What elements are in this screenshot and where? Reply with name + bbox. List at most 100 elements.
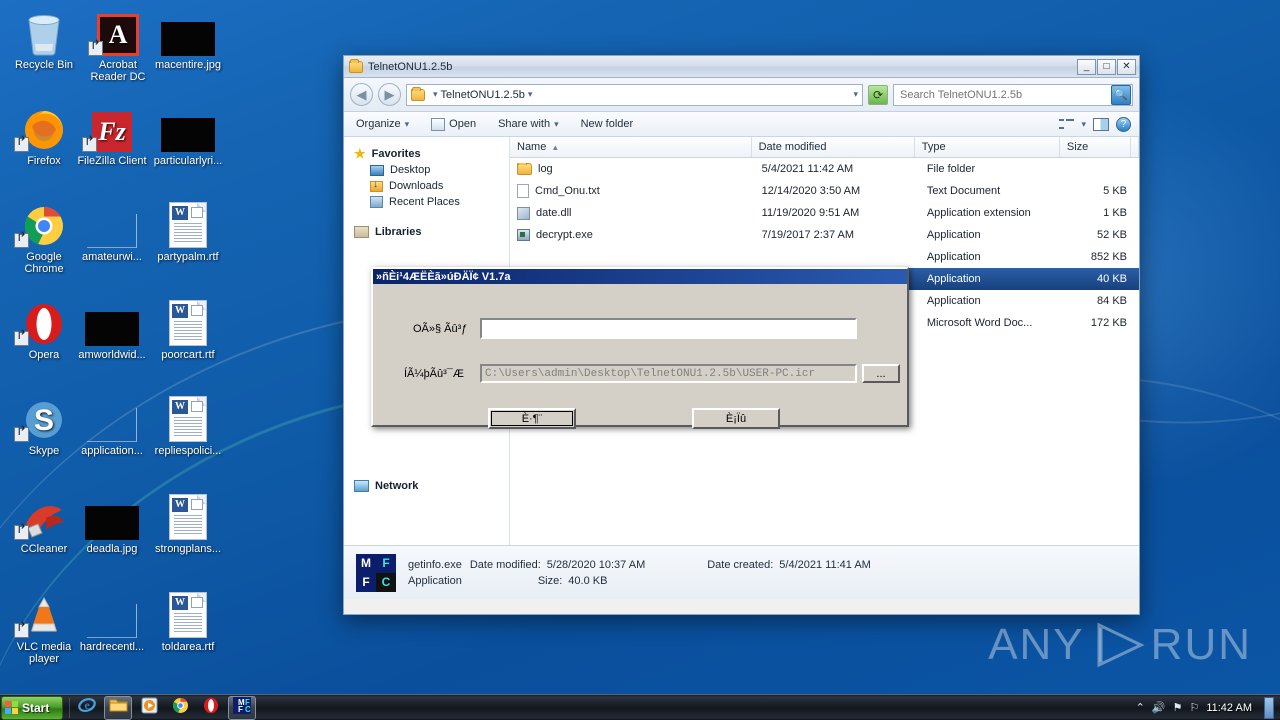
taskbar-button-internet-explorer[interactable]: e — [73, 696, 101, 720]
windows-explorer-icon — [109, 697, 128, 718]
clock[interactable]: 11:42 AM — [1206, 702, 1252, 714]
breadcrumb-caret-icon[interactable]: ▾ — [433, 89, 438, 100]
desktop-icon-word-document-icon[interactable]: Wpoorcart.rtf — [150, 296, 226, 361]
action-center-icon[interactable]: ⚑ — [1173, 701, 1183, 714]
search-input[interactable] — [900, 88, 1111, 101]
network-icon[interactable]: ⚐ — [1189, 701, 1199, 714]
change-view-icon[interactable] — [1059, 118, 1075, 131]
desktop-icon-image-file-icon[interactable]: deadla.jpg — [74, 490, 150, 555]
show-desktop-button[interactable] — [1264, 696, 1274, 719]
sidebar-item-desktop[interactable]: Desktop — [344, 162, 509, 178]
table-row[interactable]: decrypt.exe 7/19/2017 2:37 AM Application 5… — [510, 224, 1139, 246]
desktop-icon-image-file-icon[interactable]: particularlyri... — [150, 102, 226, 167]
browse-button[interactable]: ... — [862, 364, 900, 383]
internet-explorer-icon: e — [78, 696, 96, 719]
address-dropdown-icon[interactable]: ▾ — [853, 89, 858, 100]
desktop-icon-image-file-icon[interactable]: macentire.jpg — [150, 6, 226, 71]
desktop-icon-ccleaner-icon[interactable]: CCleaner — [6, 490, 82, 555]
desktop-icon-vlc-icon[interactable]: VLC media player — [6, 588, 82, 665]
column-header-size[interactable]: Size — [1060, 137, 1131, 157]
search-box[interactable]: 🔍 — [893, 83, 1133, 106]
username-input[interactable] — [480, 318, 857, 339]
desktop-icon-label: Recycle Bin — [14, 59, 74, 71]
desktop-icon-image-file-icon[interactable]: application... — [74, 392, 150, 457]
watermark-any-text: ANY — [988, 620, 1085, 669]
taskbar: Start e MFFC ⌃ 🔊 ⚑ ⚐ 11:42 AM — [0, 694, 1280, 720]
column-header-name[interactable]: Name ▲ — [510, 137, 752, 157]
back-button[interactable]: ◀ — [350, 83, 373, 106]
cell-size: 84 KB — [1097, 295, 1127, 307]
column-header-date-modified[interactable]: Date modified — [752, 137, 915, 157]
maximize-button[interactable]: □ — [1097, 58, 1116, 75]
explorer-title-bar[interactable]: TelnetONU1.2.5b _ □ ✕ — [344, 56, 1139, 78]
svg-text:F: F — [238, 705, 243, 714]
file-name-label: decrypt.exe — [536, 229, 593, 241]
shortcut-overlay-icon — [14, 233, 29, 248]
taskbar-button-windows-explorer[interactable] — [104, 695, 132, 720]
table-row[interactable]: Application 852 KB — [510, 246, 1139, 268]
desktop-icon-word-document-icon[interactable]: Wstrongplans... — [150, 490, 226, 555]
desktop-icon-skype-icon[interactable]: S Skype — [6, 392, 82, 457]
image-file-icon — [150, 102, 226, 152]
breadcrumb[interactable]: ▾ TelnetONU1.2.5b ▾ ▾ — [406, 83, 863, 106]
taskbar-button-getinfo-app[interactable]: MFFC — [228, 695, 256, 720]
window-controls: _ □ ✕ — [1077, 58, 1139, 75]
desktop-icon-word-document-icon[interactable]: Wpartypalm.rtf — [150, 198, 226, 263]
get-info-dialog[interactable]: »ñÈi¹4ÆËÈã»úÐÄÏ¢ V1.7a OÃ»§ Ãû³ƒ ÍÃ¼þÃû³… — [371, 267, 909, 429]
organize-button[interactable]: Organize ▾ — [352, 116, 413, 132]
table-row[interactable]: log 5/4/2021 11:42 AM File folder — [510, 158, 1139, 180]
desktop-icon-opera-icon[interactable]: Opera — [6, 296, 82, 361]
volume-icon[interactable]: 🔊 — [1152, 701, 1166, 714]
view-chevron-icon[interactable]: ▾ — [1081, 119, 1086, 130]
sidebar-item-downloads[interactable]: Downloads — [344, 178, 509, 194]
desktop-icon-image-file-icon[interactable]: amateurwi... — [74, 198, 150, 263]
network-label: Network — [375, 480, 419, 492]
sidebar-item-libraries[interactable]: Libraries — [344, 224, 509, 240]
desktop-icon-firefox-icon[interactable]: Firefox — [6, 102, 82, 167]
start-button[interactable]: Start — [1, 695, 63, 720]
taskbar-button-opera[interactable] — [197, 696, 225, 720]
taskbar-button-google-chrome[interactable] — [166, 696, 194, 720]
desktop-icon-word-document-icon[interactable]: Wrepliespolici... — [150, 392, 226, 457]
desktop-icon-acrobat-reader-icon[interactable]: A Acrobat Reader DC — [80, 6, 156, 83]
share-with-button[interactable]: Share with ▾ — [494, 116, 563, 132]
file-path-input[interactable] — [480, 364, 857, 383]
media-player-icon — [141, 697, 158, 719]
sidebar-item-recent-places[interactable]: Recent Places — [344, 194, 509, 210]
table-row[interactable]: Cmd_Onu.txt 12/14/2020 3:50 AM Text Docume… — [510, 180, 1139, 202]
image-file-icon — [74, 296, 150, 346]
desktop-icon-word-document-icon[interactable]: Wtoldarea.rtf — [150, 588, 226, 653]
refresh-icon[interactable]: ⟳ — [868, 84, 888, 105]
column-header-type[interactable]: Type — [915, 137, 1060, 157]
desktop-icon-image-file-icon[interactable]: amworldwid... — [74, 296, 150, 361]
minimize-button[interactable]: _ — [1077, 58, 1096, 75]
details-date-created-label: Date created: — [707, 558, 774, 571]
desktop-icon-recycle-bin-icon[interactable]: Recycle Bin — [6, 6, 82, 71]
column-header-type-label: Type — [921, 141, 946, 153]
desktop-icon-chrome-icon[interactable]: Google Chrome — [6, 198, 82, 275]
taskbar-button-media-player[interactable] — [135, 696, 163, 720]
share-with-label: Share with — [498, 118, 551, 130]
breadcrumb-folder-icon — [411, 86, 425, 101]
sidebar-item-favorites[interactable]: ★ Favorites — [344, 145, 509, 162]
open-button[interactable]: Open — [427, 116, 480, 133]
table-row[interactable]: date.dll 11/19/2020 9:51 AM Application ex… — [510, 202, 1139, 224]
desktop-icon-filezilla-icon[interactable]: Fz FileZilla Client — [74, 102, 150, 167]
cancel-button[interactable]: È¡Ïû — [692, 408, 780, 429]
breadcrumb-current[interactable]: TelnetONU1.2.5b — [441, 89, 525, 101]
dialog-title-bar[interactable]: »ñÈi¹4ÆËÈã»úÐÄÏ¢ V1.7a — [373, 269, 907, 284]
breadcrumb-caret-icon-2[interactable]: ▾ — [528, 89, 533, 100]
help-icon[interactable]: ? — [1116, 116, 1131, 132]
search-icon[interactable]: 🔍 — [1111, 84, 1131, 105]
preview-pane-icon[interactable] — [1093, 117, 1109, 131]
desktop-icon-image-file-icon[interactable]: hardrecentl... — [74, 588, 150, 653]
ok-button[interactable]: È·¶¨ — [488, 408, 576, 429]
show-hidden-icons-icon[interactable]: ⌃ — [1136, 701, 1145, 714]
column-header-size-label: Size — [1066, 141, 1089, 153]
forward-button[interactable]: ▶ — [378, 83, 401, 106]
desktop-icon-label: repliespolici... — [154, 445, 222, 457]
close-button[interactable]: ✕ — [1117, 58, 1136, 75]
new-folder-button[interactable]: New folder — [577, 116, 638, 132]
cell-date-modified: 7/19/2017 2:37 AM — [761, 229, 855, 241]
sidebar-item-network[interactable]: Network — [344, 478, 509, 494]
